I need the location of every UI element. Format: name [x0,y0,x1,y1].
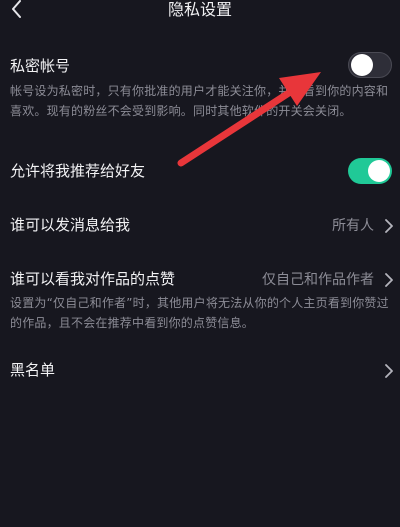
who-can-see-likes-value: 仅自己和作品作者 [262,272,374,288]
private-account-description: 帐号设为私密时，只有你批准的用户才能关注你，并能看到你的内容和喜欢。现有的粉丝不… [10,84,389,118]
private-account-label: 私密帐号 [10,57,71,75]
header: 隐私设置 [0,0,400,24]
blacklist-label: 黑名单 [10,361,56,379]
recommend-to-friends-toggle[interactable] [348,158,392,184]
page-title: 隐私设置 [167,0,232,19]
chevron-right-icon [385,219,393,233]
toggle-knob [351,54,373,76]
chevron-right-icon [385,364,393,378]
annotation-arrow-icon [177,72,321,167]
recommend-to-friends-label: 允许将我推荐给好友 [10,162,146,180]
who-can-see-likes-label: 谁可以看我对作品的点赞 [10,270,176,288]
chevron-right-icon [385,273,393,287]
who-can-message-value: 所有人 [332,218,374,234]
who-can-see-likes-description: 设置为“仅自己和作者”时，其他用户将无法从你的个人主页看到你赞过的作品，且不会在… [10,296,389,330]
toggle-knob [368,160,390,182]
who-can-message-label: 谁可以发消息给我 [10,216,131,234]
private-account-toggle[interactable] [348,52,392,78]
